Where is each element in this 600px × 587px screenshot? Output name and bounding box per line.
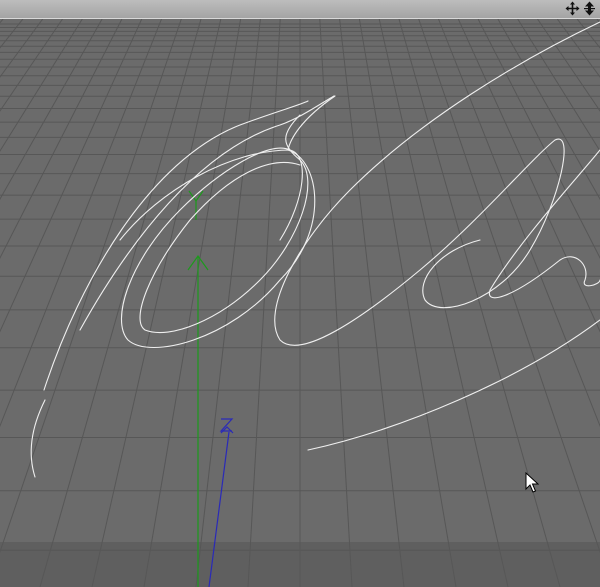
vertical-arrows-icon[interactable] [582,1,597,16]
move-arrows-icon[interactable] [565,1,580,16]
mouse-cursor-icon [525,472,539,493]
viewport-header-bar [0,0,600,19]
3d-viewport[interactable] [0,0,600,587]
viewport-scene[interactable] [0,19,600,587]
